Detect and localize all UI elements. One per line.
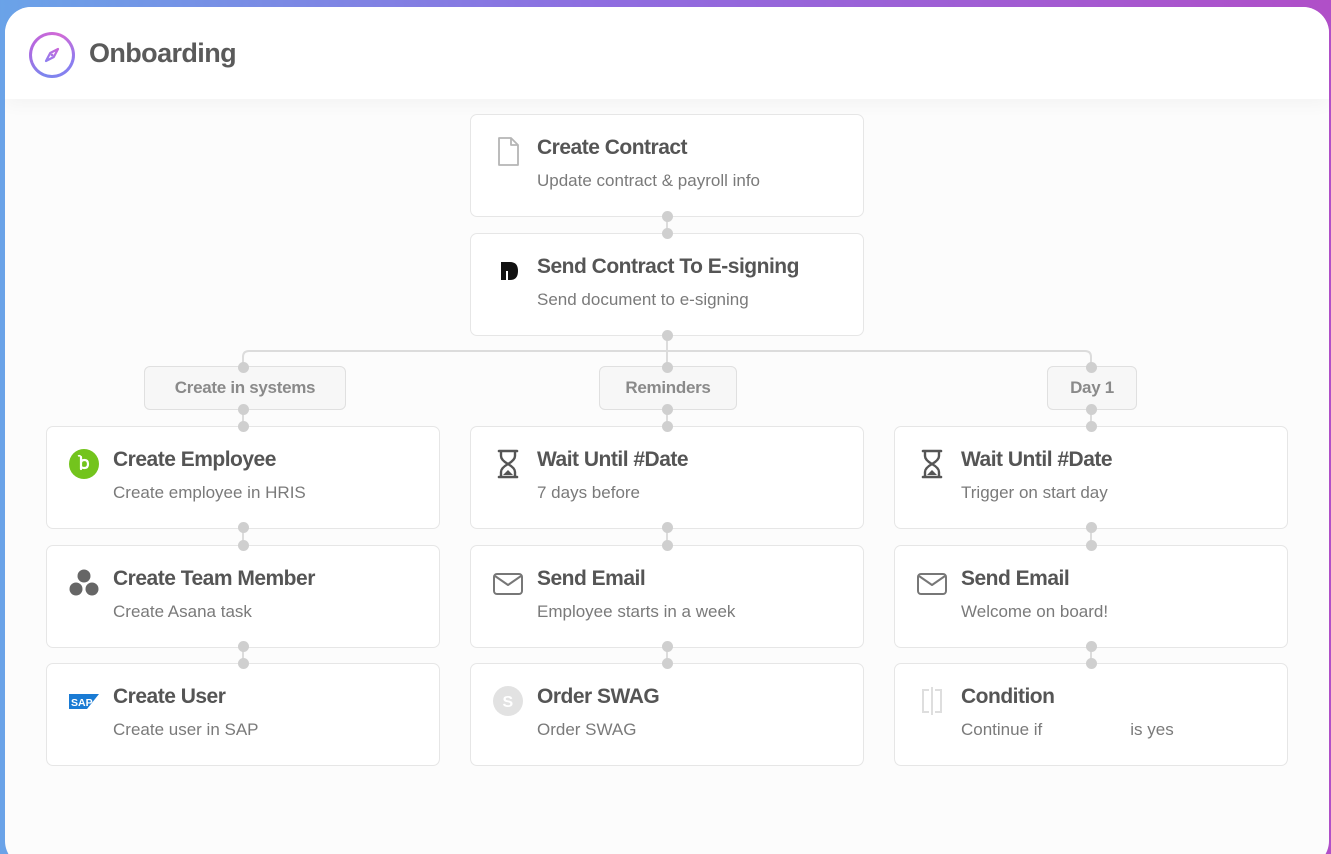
connector-dot [237,361,249,373]
step-title: Wait Until #Date [537,448,689,471]
step-create-contract[interactable]: Create Contract Update contract & payrol… [470,114,864,217]
step-subtitle: Employee starts in a week [537,602,736,621]
connector-dot [1085,539,1097,551]
hourglass-icon [491,447,525,481]
step-wait-until-date[interactable]: Wait Until #Date 7 days before [470,426,864,529]
step-title: Send Contract To E-signing [537,255,799,278]
connector-dot [1085,420,1097,432]
condition-split-icon [915,684,949,718]
step-title: Wait Until #Date [961,448,1113,471]
connector-dot [661,227,673,239]
connector-dot [1085,640,1097,652]
connector-dot [661,403,673,415]
step-subtitle: Order SWAG [537,720,637,739]
step-subtitle: Create Asana task [113,602,252,621]
mail-icon [491,566,525,600]
step-subtitle: Create user in SAP [113,720,259,739]
step-order-swag[interactable]: S Order SWAG Order SWAG [470,663,864,766]
step-subtitle: Update contract & payroll info [537,171,761,190]
connector-dot [237,420,249,432]
document-icon [491,135,525,169]
connector-dot [237,521,249,533]
connector-dot [661,420,673,432]
step-title: Create Employee [113,448,276,471]
esign-logo-icon [491,254,525,288]
connector-dot [1085,361,1097,373]
connector-dot [661,657,673,669]
step-create-user[interactable]: SAP Create User Create user in SAP [46,663,440,766]
connector-dot [1085,521,1097,533]
connector-dot [661,640,673,652]
connector-dot [1085,657,1097,669]
mail-icon [915,566,949,600]
step-send-email[interactable]: Send Email Employee starts in a week [470,545,864,648]
step-title: Send Email [537,567,646,590]
hourglass-icon [915,447,949,481]
connector-dot [237,539,249,551]
connector-dot [1085,403,1097,415]
step-subtitle: Trigger on start day [961,483,1108,502]
connector-dot [237,403,249,415]
step-title: Create Team Member [113,567,315,590]
step-subtitle: Continue if is yes [961,720,1174,740]
step-subtitle: Create employee in HRIS [113,483,306,502]
sap-logo-icon: SAP [67,684,101,718]
swag-logo-icon: S [491,684,525,718]
step-subtitle: Welcome on board! [961,602,1109,621]
connector-dot [661,539,673,551]
svg-text:S: S [503,694,514,711]
connector-dot [661,521,673,533]
connector-dot [237,640,249,652]
step-title: Condition [961,685,1055,708]
step-subtitle: Send document to e-signing [537,290,749,309]
step-send-welcome-email[interactable]: Send Email Welcome on board! [894,545,1288,648]
bamboohr-logo-icon [67,447,101,481]
connector-dot [237,657,249,669]
condition-text-before: Continue if [961,720,1043,739]
step-create-employee[interactable]: Create Employee Create employee in HRIS [46,426,440,529]
connector-dot [661,361,673,373]
svg-text:SAP: SAP [71,697,93,709]
step-send-contract[interactable]: Send Contract To E-signing Send document… [470,233,864,336]
condition-text-after: is yes [1130,720,1174,739]
step-condition[interactable]: Condition Continue if is yes [894,663,1288,766]
connector-dot [661,210,673,222]
step-create-team-member[interactable]: Create Team Member Create Asana task [46,545,440,648]
asana-logo-icon [67,566,101,600]
step-title: Create Contract [537,136,688,159]
step-title: Create User [113,685,226,708]
connector-dot [661,329,673,341]
step-title: Send Email [961,567,1070,590]
step-subtitle: 7 days before [537,483,641,502]
step-wait-until-start-day[interactable]: Wait Until #Date Trigger on start day [894,426,1288,529]
step-title: Order SWAG [537,685,660,708]
app-window: Onboarding Create Contract Update contra… [5,7,1329,854]
